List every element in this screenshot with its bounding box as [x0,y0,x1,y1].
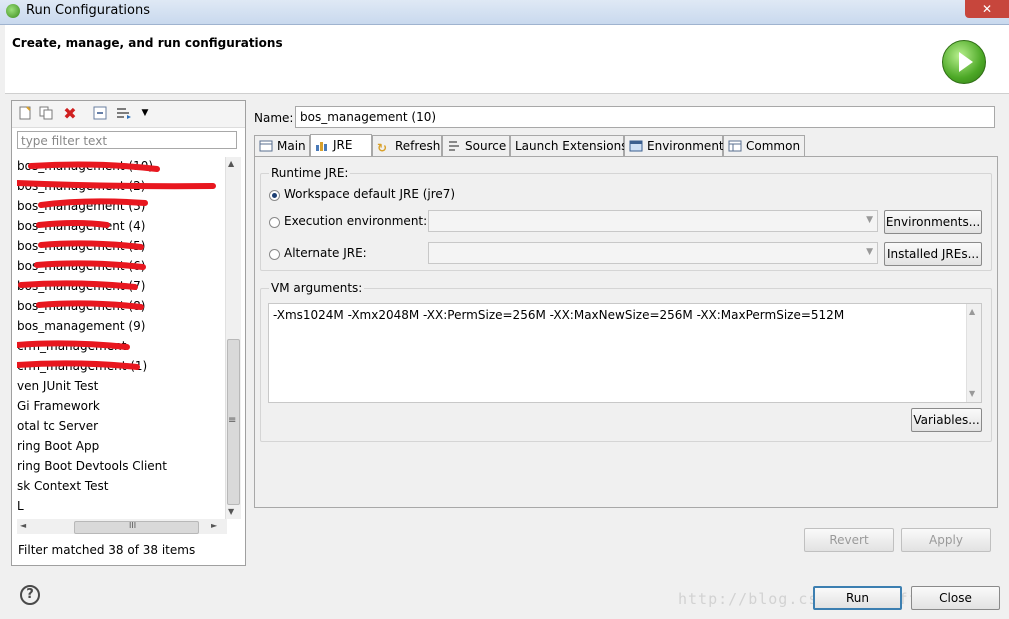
common-icon [728,138,742,152]
name-label: Name: [254,111,294,125]
jre-tab-content: Runtime JRE: Workspace default JRE (jre7… [254,156,998,508]
filter-status: Filter matched 38 of 38 items [18,543,196,557]
name-field[interactable]: bos_management (10) [295,106,995,128]
tab-source[interactable]: Source [442,135,510,156]
vm-arguments-scrollbar[interactable] [966,304,981,402]
dialog-header: Create, manage, and run configurations [5,25,1009,94]
close-button[interactable]: Close [911,586,1000,610]
tab-jre[interactable]: JRE [310,134,372,157]
alternate-jre-label[interactable]: Alternate JRE: [284,246,367,260]
app-icon [6,4,20,18]
filter-icon[interactable] [116,105,132,121]
execution-environment-radio[interactable] [269,217,280,228]
tab-launch-extensions[interactable]: Launch Extensions [510,135,628,156]
scroll-down-icon[interactable]: ▼ [228,507,234,516]
main-tab-icon [259,138,273,152]
environments-button[interactable]: Environments... [884,210,982,234]
scroll-grip-icon: ≡ [228,415,237,426]
chevron-down-icon: ▼ [866,247,873,257]
tab-refresh[interactable]: ↻ Refresh [372,135,442,156]
tab-environment[interactable]: Environment [624,135,724,156]
header-title: Create, manage, and run configurations [12,36,283,50]
list-item[interactable]: ring Boot Devtools Client [17,457,167,475]
title-bar: Run Configurations ✕ [0,0,1009,25]
configuration-tree-panel: ✖ ▼ type filter text bos_management (10)… [11,100,246,566]
run-button[interactable]: Run [813,586,902,610]
tree-horizontal-scroll-thumb[interactable] [74,521,199,534]
variables-button[interactable]: Variables... [911,408,982,432]
chevron-down-icon: ▼ [866,215,873,225]
revert-button[interactable]: Revert [804,528,894,552]
new-configuration-icon[interactable] [17,105,33,121]
alternate-jre-radio[interactable] [269,249,280,260]
run-banner-icon [942,40,986,84]
execution-environment-select[interactable]: ▼ [428,210,878,232]
jre-tab-icon [315,137,329,151]
tab-jre-label: JRE [333,138,353,152]
window-close-button[interactable]: ✕ [965,0,1009,18]
list-item[interactable]: Gi Framework [17,397,100,415]
help-icon[interactable]: ? [20,585,40,605]
scroll-right-icon[interactable]: ► [211,521,217,530]
runtime-jre-label: Runtime JRE: [269,166,351,180]
tab-main-label: Main [277,139,306,153]
list-item[interactable]: ring Boot App [17,437,99,455]
installed-jres-button[interactable]: Installed JREs... [884,242,982,266]
alternate-jre-select[interactable]: ▼ [428,242,878,264]
execution-environment-label[interactable]: Execution environment: [284,214,427,228]
configuration-tree: bos_management (10) bos_management (2) b… [17,157,227,515]
configuration-editor: Name: bos_management (10) Main JRE ↻ Refr… [248,100,1006,564]
vm-arguments-textarea[interactable]: -Xms1024M -Xmx2048M -XX:PermSize=256M -X… [268,303,982,403]
scroll-up-icon[interactable]: ▲ [228,159,234,168]
scroll-down-icon[interactable]: ▼ [969,389,975,398]
apply-button[interactable]: Apply [901,528,991,552]
tab-common-label: Common [746,139,801,153]
environment-icon [629,138,643,152]
scroll-up-icon[interactable]: ▲ [969,307,975,316]
delete-icon[interactable]: ✖ [62,104,78,123]
workspace-default-label[interactable]: Workspace default JRE (jre7) [284,187,455,201]
scroll-left-icon[interactable]: ◄ [20,521,26,530]
window-title: Run Configurations [26,3,150,18]
list-item[interactable]: L [17,497,24,515]
tab-environment-label: Environment [647,139,724,153]
filter-input[interactable]: type filter text [17,131,237,149]
list-item[interactable]: otal tc Server [17,417,98,435]
list-item[interactable]: sk Context Test [17,477,108,495]
refresh-icon: ↻ [377,141,388,155]
tab-launch-extensions-label: Launch Extensions [515,139,628,153]
tab-source-label: Source [465,139,507,153]
duplicate-icon[interactable] [38,105,54,121]
tree-toolbar: ✖ ▼ [12,101,245,128]
tab-common[interactable]: Common [723,135,805,156]
source-icon [447,138,461,151]
redaction-scribbles [17,161,216,370]
tab-main[interactable]: Main [254,135,310,156]
filter-menu-chevron-down-icon[interactable]: ▼ [137,105,153,121]
tab-refresh-label: Refresh [395,139,441,153]
vm-arguments-label: VM arguments: [269,281,365,295]
collapse-all-icon[interactable] [92,105,108,121]
workspace-default-radio[interactable] [269,190,280,201]
vm-arguments-value: -Xms1024M -Xmx2048M -XX:PermSize=256M -X… [273,308,845,322]
hscroll-grip-icon: III [129,521,137,530]
